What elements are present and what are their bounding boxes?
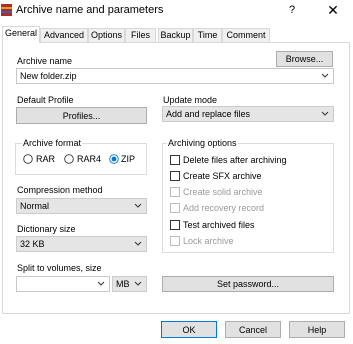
delete-files-checkbox[interactable]: [170, 155, 180, 165]
chevron-down-icon: [321, 111, 329, 116]
dictionary-size-label: Dictionary size: [17, 224, 76, 234]
profiles-button[interactable]: Profiles...: [16, 107, 147, 124]
compression-method-label: Compression method: [17, 185, 103, 195]
create-solid-label: Create solid archive: [183, 187, 263, 197]
browse-button[interactable]: Browse...: [276, 51, 333, 67]
chevron-down-icon: [97, 281, 105, 286]
test-archived-checkbox[interactable]: [170, 220, 180, 230]
ok-button[interactable]: OK: [161, 321, 217, 338]
compression-method-value: Normal: [20, 201, 50, 211]
tab-files[interactable]: Files: [125, 28, 156, 42]
compression-method-select[interactable]: Normal: [16, 198, 147, 214]
add-recovery-checkbox[interactable]: [170, 203, 180, 213]
title-help-button[interactable]: ?: [283, 3, 301, 17]
title-bar: Archive name and parameters ? ✕: [0, 0, 353, 21]
split-volumes-label: Split to volumes, size: [17, 263, 102, 273]
tab-strip: General Advanced Options Files Backup Ti…: [2, 26, 350, 43]
chevron-down-icon: [321, 73, 329, 78]
title-close-button[interactable]: ✕: [318, 0, 348, 20]
delete-files-label: Delete files after archiving: [183, 155, 287, 165]
tab-time[interactable]: Time: [193, 28, 222, 42]
archive-name-label: Archive name: [17, 56, 73, 66]
dictionary-size-select[interactable]: 32 KB: [16, 236, 147, 252]
dictionary-size-value: 32 KB: [20, 239, 45, 249]
winrar-app-icon: [1, 4, 12, 16]
tab-options[interactable]: Options: [88, 28, 125, 42]
radio-rar[interactable]: [23, 154, 33, 164]
chevron-down-icon: [134, 203, 142, 208]
radio-zip[interactable]: [109, 154, 119, 164]
radio-rar-label: RAR: [36, 154, 56, 164]
tab-comment[interactable]: Comment: [222, 28, 270, 42]
help-button[interactable]: Help: [289, 321, 345, 338]
tab-backup[interactable]: Backup: [158, 28, 193, 42]
split-volumes-unit-value: MB: [116, 279, 130, 289]
create-solid-checkbox[interactable]: [170, 187, 180, 197]
radio-zip-label: ZIP: [121, 154, 136, 164]
window-title: Archive name and parameters: [16, 4, 164, 16]
tab-advanced[interactable]: Advanced: [40, 28, 88, 42]
set-password-button[interactable]: Set password...: [162, 276, 334, 292]
split-volumes-size-combobox[interactable]: [16, 276, 110, 292]
chevron-down-icon: [134, 281, 142, 286]
radio-rar4-label: RAR4: [77, 154, 102, 164]
tab-general[interactable]: General: [2, 26, 40, 43]
add-recovery-label: Add recovery record: [183, 203, 265, 213]
split-volumes-unit-select[interactable]: MB: [112, 276, 147, 292]
update-mode-value: Add and replace files: [166, 109, 251, 119]
archive-name-value: New folder.zip: [20, 71, 77, 81]
lock-archive-checkbox[interactable]: [170, 236, 180, 246]
archive-format-label: Archive format: [22, 138, 83, 149]
test-archived-label: Test archived files: [183, 220, 255, 230]
create-sfx-checkbox[interactable]: [170, 171, 180, 181]
chevron-down-icon: [134, 241, 142, 246]
default-profile-label: Default Profile: [17, 95, 74, 105]
archiving-options-label: Archiving options: [167, 138, 238, 149]
create-sfx-label: Create SFX archive: [183, 171, 262, 181]
update-mode-label: Update mode: [163, 95, 218, 105]
cancel-button[interactable]: Cancel: [225, 321, 281, 338]
archive-name-combobox[interactable]: New folder.zip: [16, 68, 334, 84]
lock-archive-label: Lock archive: [183, 236, 234, 246]
radio-rar4[interactable]: [64, 154, 74, 164]
update-mode-select[interactable]: Add and replace files: [162, 106, 334, 122]
